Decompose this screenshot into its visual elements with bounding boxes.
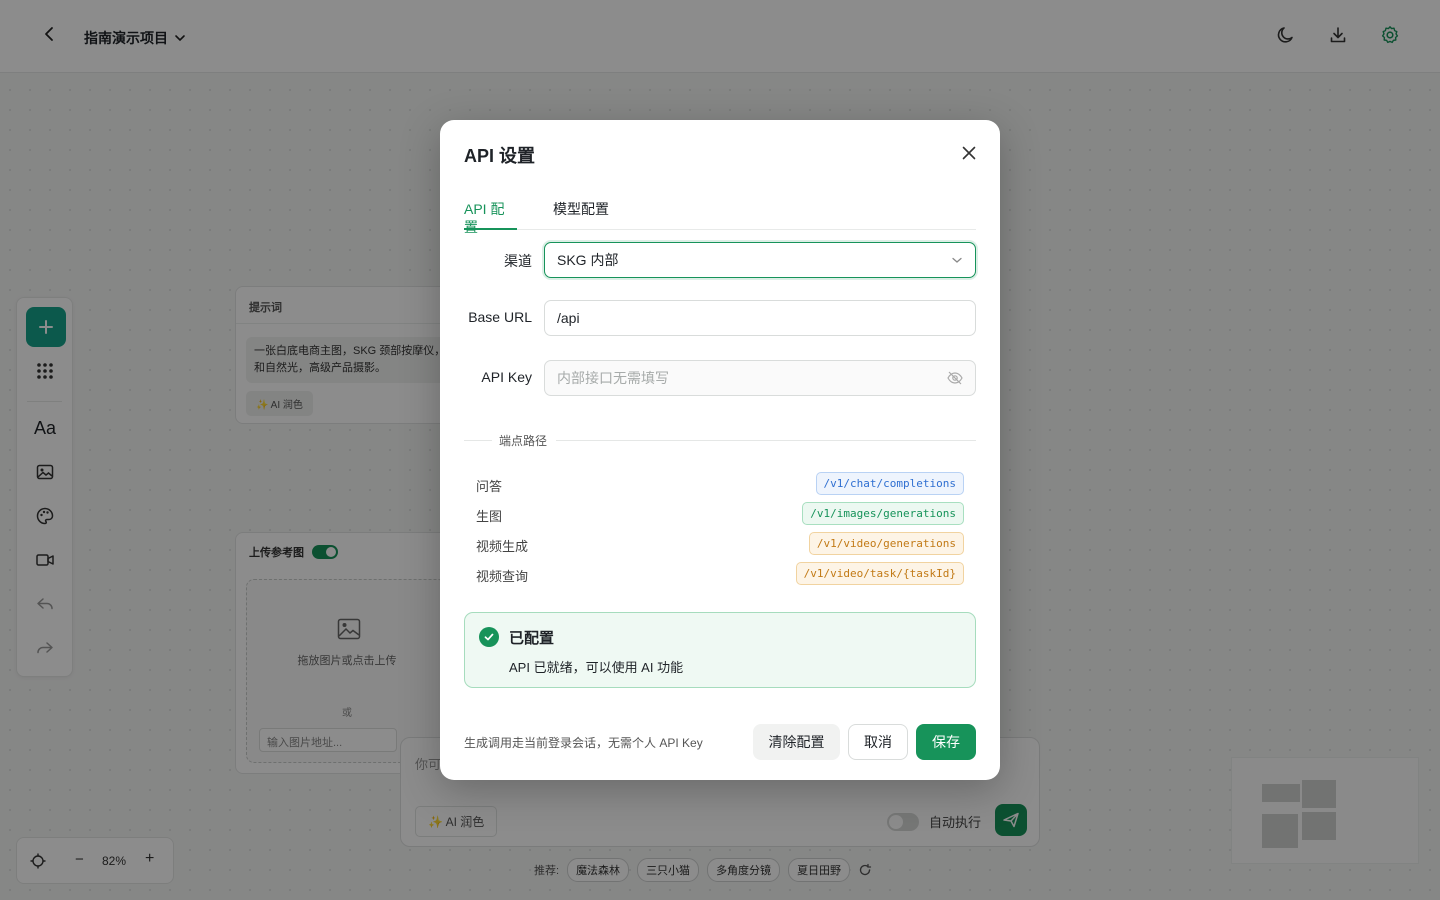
tab-api-config[interactable]: API 配置: [464, 200, 517, 235]
endpoint-label: 视频生成: [476, 539, 529, 554]
save-button[interactable]: 保存: [916, 724, 976, 760]
divider-line: [464, 440, 492, 441]
dialog-title: API 设置: [464, 146, 536, 166]
endpoints-title: 端点路径: [499, 434, 548, 448]
clear-config-button[interactable]: 清除配置: [753, 724, 840, 760]
base-url-label: Base URL: [468, 309, 532, 325]
tab-model-config[interactable]: 模型配置: [553, 200, 609, 230]
eye-off-icon[interactable]: [947, 371, 963, 385]
channel-select[interactable]: SKG 内部: [544, 242, 976, 278]
base-url-value: /api: [557, 310, 580, 326]
settings-tabs: API 配置 模型配置: [464, 200, 976, 235]
close-icon: [962, 146, 976, 160]
endpoint-path: /v1/chat/completions: [815, 472, 964, 495]
endpoint-path: /v1/images/generations: [802, 502, 964, 525]
chevron-down-icon: [952, 257, 962, 263]
endpoint-path: /v1/video/task/{taskId}: [795, 562, 964, 585]
api-key-input[interactable]: 内部接口无需填写: [544, 360, 976, 396]
status-banner: 已配置 API 已就绪，可以使用 AI 功能: [464, 612, 976, 688]
endpoint-row: 视频查询 /v1/video/task/{taskId}: [476, 562, 964, 586]
api-settings-dialog: API 设置 API 配置 模型配置 渠道 SKG 内部 Base URL /a…: [440, 120, 1000, 780]
endpoint-label: 视频查询: [476, 569, 529, 584]
endpoint-row: 问答 /v1/chat/completions: [476, 472, 964, 496]
divider-line: [556, 440, 976, 441]
endpoints-divider: 端点路径: [464, 432, 976, 448]
api-key-placeholder: 内部接口无需填写: [557, 370, 669, 386]
channel-label: 渠道: [504, 253, 532, 269]
endpoint-row: 视频生成 /v1/video/generations: [476, 532, 964, 556]
close-button[interactable]: [958, 142, 980, 164]
channel-value: SKG 内部: [557, 252, 619, 268]
endpoint-label: 问答: [476, 479, 503, 494]
api-key-label: API Key: [481, 369, 532, 385]
endpoint-label: 生图: [476, 509, 503, 524]
endpoint-path: /v1/video/generations: [808, 532, 964, 555]
status-title: 已配置: [509, 630, 555, 647]
check-circle-icon: [479, 627, 499, 647]
base-url-input[interactable]: /api: [544, 300, 976, 336]
status-description: API 已就绪，可以使用 AI 功能: [509, 660, 684, 675]
footer-note: 生成调用走当前登录会话，无需个人 API Key: [464, 736, 703, 750]
cancel-button[interactable]: 取消: [848, 724, 908, 760]
endpoint-row: 生图 /v1/images/generations: [476, 502, 964, 526]
